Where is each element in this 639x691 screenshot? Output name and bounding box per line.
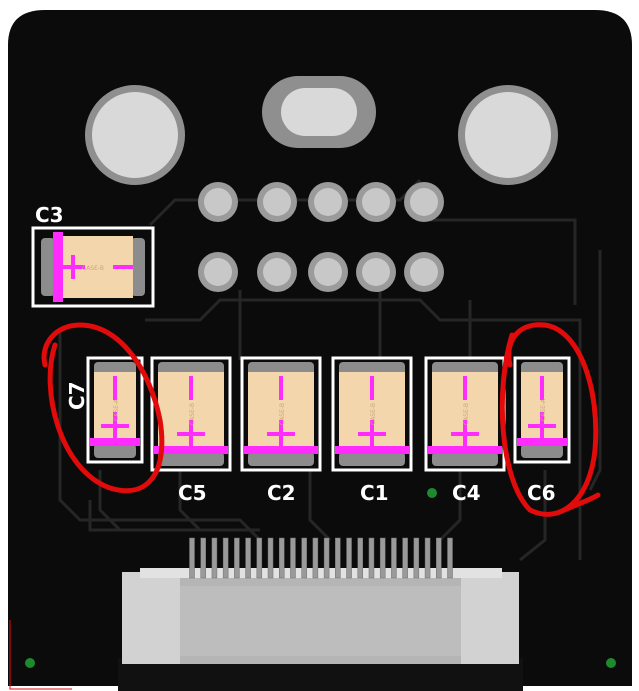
capacitor-package-label: CASE-B — [463, 403, 470, 425]
capacitor-c6: CASE-A — [513, 356, 571, 464]
refdes-c2: C2 — [267, 481, 296, 505]
through-hole-pad — [404, 252, 444, 292]
connector-pin — [379, 537, 386, 579]
capacitor-c3: CASE-B — [31, 226, 155, 308]
through-hole-pad — [308, 182, 348, 222]
refdes-c7: C7 — [65, 381, 89, 410]
through-hole-pad — [404, 182, 444, 222]
pcb-board-render: CASE-B CASE-A CASE-B CASE-B CASE-B CASE-B CASE… — [8, 10, 632, 691]
fiducial-mid — [427, 488, 437, 498]
through-hole-pad — [198, 252, 238, 292]
connector-pin — [346, 537, 352, 579]
capacitor-c1: CASE-B — [331, 356, 413, 472]
connector-pin — [357, 537, 364, 579]
connector-pin — [234, 537, 240, 579]
refdes-c5: C5 — [178, 481, 207, 505]
connector-pin — [189, 537, 195, 579]
through-hole-pad — [308, 252, 348, 292]
connector-pin — [290, 537, 296, 579]
connector-pin — [312, 537, 319, 579]
connector-pin — [413, 537, 420, 579]
connector-pin — [424, 537, 431, 579]
capacitor-c2: CASE-B — [240, 356, 322, 472]
connector-pin — [436, 537, 442, 579]
capacitor-package-label: CASE-A — [540, 398, 547, 421]
capacitor-package-label: CASE-B — [370, 403, 377, 425]
capacitor-package-label: CASE-B — [279, 403, 286, 425]
connector-pin — [245, 537, 251, 579]
connector-pin — [323, 537, 330, 579]
capacitor-package-label: CASE-A — [113, 398, 120, 421]
connector-pin — [278, 537, 285, 579]
connector-pin — [335, 537, 341, 579]
connector-pin — [301, 537, 307, 579]
connector-pin — [368, 537, 375, 579]
through-hole-pad — [356, 252, 396, 292]
through-hole-pad — [198, 182, 238, 222]
through-hole-pad — [356, 182, 396, 222]
connector-pin — [391, 537, 397, 579]
capacitor-package-label: CASE-B — [189, 403, 196, 425]
refdes-c1: C1 — [360, 481, 389, 505]
through-hole-pad — [257, 182, 297, 222]
refdes-c4: C4 — [452, 481, 481, 505]
fiducial-bottom-left — [25, 658, 35, 668]
connector-pin — [402, 537, 408, 579]
connector-pin — [211, 537, 218, 579]
capacitor-c7: CASE-A — [86, 356, 144, 464]
through-hole-pad — [257, 252, 297, 292]
connector-pin — [447, 537, 453, 579]
refdes-c3: C3 — [35, 203, 64, 227]
refdes-c6: C6 — [527, 481, 556, 505]
connector-pin — [222, 537, 229, 579]
capacitor-c4: CASE-B — [424, 356, 506, 472]
connector-pin — [200, 537, 206, 579]
connector-pin — [267, 537, 274, 579]
connector-pin — [256, 537, 263, 579]
capacitor-package-label: CASE-B — [82, 265, 104, 272]
fiducial-bottom-right — [606, 658, 616, 668]
